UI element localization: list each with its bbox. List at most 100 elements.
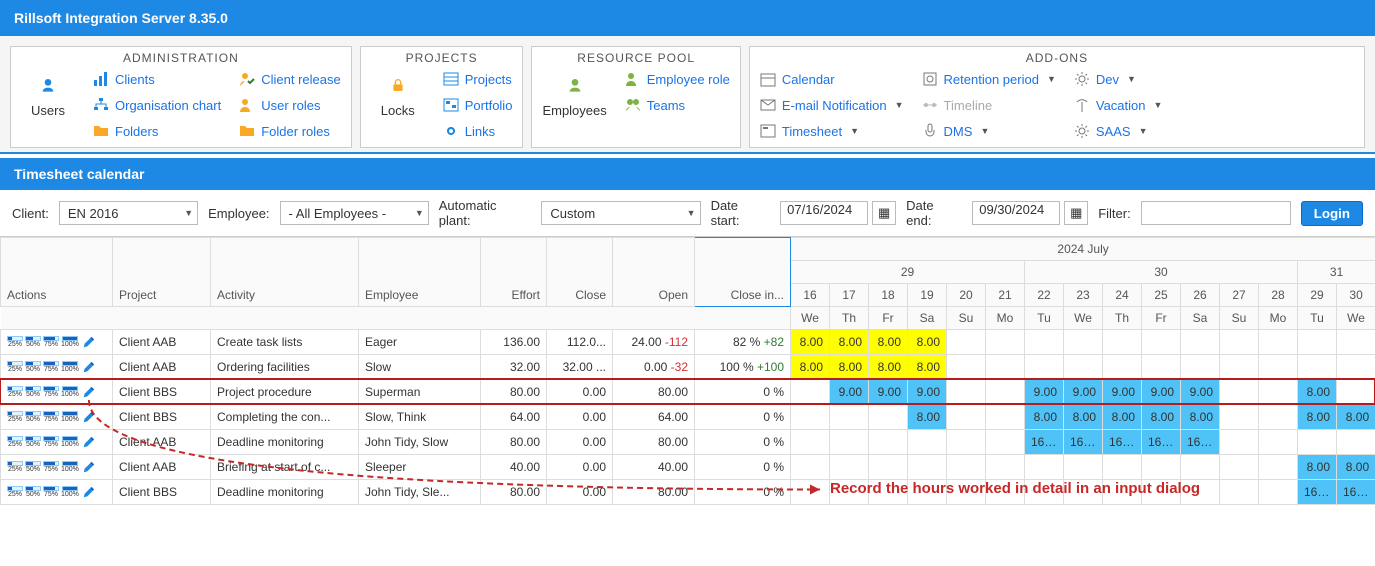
day-cell[interactable]: 16.00: [1181, 430, 1220, 455]
progress-75%-button[interactable]: 75%: [43, 436, 59, 448]
day-cell[interactable]: [830, 430, 869, 455]
day-cell[interactable]: 8.00: [791, 330, 830, 355]
retention-link[interactable]: Retention period▼: [922, 71, 1056, 87]
col-open[interactable]: Open: [613, 238, 695, 307]
day-cell[interactable]: [986, 380, 1025, 405]
progress-50%-button[interactable]: 50%: [25, 336, 41, 348]
day-cell[interactable]: 9.00: [1064, 380, 1103, 405]
day-cell[interactable]: [1259, 455, 1298, 480]
edit-icon[interactable]: [81, 434, 97, 450]
day-cell[interactable]: [1220, 380, 1259, 405]
day-cell[interactable]: 8.00: [830, 330, 869, 355]
day-cell[interactable]: [1220, 480, 1259, 505]
progress-100%-button[interactable]: 100%: [61, 461, 79, 473]
progress-50%-button[interactable]: 50%: [25, 411, 41, 423]
dateend-input[interactable]: 09/30/2024: [972, 201, 1060, 225]
day-cell[interactable]: 8.00: [1025, 405, 1064, 430]
progress-50%-button[interactable]: 50%: [25, 361, 41, 373]
day-cell[interactable]: [1220, 330, 1259, 355]
col-project[interactable]: Project: [113, 238, 211, 307]
folders-link[interactable]: Folders: [93, 123, 221, 139]
day-cell[interactable]: [1298, 355, 1337, 380]
users-button[interactable]: Users: [21, 71, 75, 118]
day-cell[interactable]: [947, 430, 986, 455]
day-cell[interactable]: [1298, 330, 1337, 355]
day-cell[interactable]: 8.00: [1181, 405, 1220, 430]
dms-link[interactable]: DMS▼: [922, 123, 1056, 139]
timeline-link[interactable]: Timeline: [922, 97, 1056, 113]
employee-select[interactable]: - All Employees - ▼: [280, 201, 429, 225]
progress-50%-button[interactable]: 50%: [25, 386, 41, 398]
day-cell[interactable]: [1220, 405, 1259, 430]
day-cell[interactable]: [986, 430, 1025, 455]
day-cell[interactable]: [1025, 355, 1064, 380]
edit-icon[interactable]: [81, 409, 97, 425]
day-cell[interactable]: [947, 380, 986, 405]
progress-25%-button[interactable]: 25%: [7, 461, 23, 473]
day-cell[interactable]: 8.00: [1298, 455, 1337, 480]
day-cell[interactable]: 8.00: [1298, 380, 1337, 405]
day-cell[interactable]: [1142, 355, 1181, 380]
teams-link[interactable]: Teams: [625, 97, 730, 113]
day-cell[interactable]: 16.00: [1298, 480, 1337, 505]
col-activity[interactable]: Activity: [211, 238, 359, 307]
day-cell[interactable]: [1142, 455, 1181, 480]
day-cell[interactable]: [1103, 330, 1142, 355]
progress-75%-button[interactable]: 75%: [43, 461, 59, 473]
day-cell[interactable]: [1181, 455, 1220, 480]
day-cell[interactable]: [1103, 355, 1142, 380]
day-cell[interactable]: [1025, 330, 1064, 355]
dev-link[interactable]: Dev▼: [1074, 71, 1163, 87]
col-effort[interactable]: Effort: [481, 238, 547, 307]
user-roles-link[interactable]: User roles: [239, 97, 341, 113]
portfolio-link[interactable]: Portfolio: [443, 97, 513, 113]
progress-100%-button[interactable]: 100%: [61, 486, 79, 498]
day-cell[interactable]: 9.00: [1103, 380, 1142, 405]
links-link[interactable]: Links: [443, 123, 513, 139]
day-cell[interactable]: [1142, 330, 1181, 355]
day-cell[interactable]: [947, 455, 986, 480]
folder-roles-link[interactable]: Folder roles: [239, 123, 341, 139]
col-closein[interactable]: Close in...: [695, 238, 791, 307]
day-cell[interactable]: [791, 405, 830, 430]
filter-input[interactable]: [1141, 201, 1291, 225]
day-cell[interactable]: [791, 455, 830, 480]
day-cell[interactable]: 8.00: [908, 355, 947, 380]
vacation-link[interactable]: Vacation▼: [1074, 97, 1163, 113]
day-cell[interactable]: [1181, 330, 1220, 355]
col-employee[interactable]: Employee: [359, 238, 481, 307]
day-cell[interactable]: [1064, 330, 1103, 355]
day-cell[interactable]: 8.00: [869, 330, 908, 355]
employee-role-link[interactable]: Employee role: [625, 71, 730, 87]
progress-75%-button[interactable]: 75%: [43, 386, 59, 398]
day-cell[interactable]: 8.00: [1337, 455, 1375, 480]
day-cell[interactable]: [1259, 330, 1298, 355]
day-cell[interactable]: 8.00: [1064, 405, 1103, 430]
day-cell[interactable]: [947, 405, 986, 430]
day-cell[interactable]: [1259, 380, 1298, 405]
day-cell[interactable]: 16.00: [1103, 430, 1142, 455]
progress-100%-button[interactable]: 100%: [61, 386, 79, 398]
projects-link[interactable]: Projects: [443, 71, 513, 87]
edit-icon[interactable]: [81, 334, 97, 350]
day-cell[interactable]: [869, 430, 908, 455]
day-cell[interactable]: 16.00: [1025, 430, 1064, 455]
day-cell[interactable]: [1103, 455, 1142, 480]
edit-icon[interactable]: [81, 459, 97, 475]
day-cell[interactable]: [869, 455, 908, 480]
day-cell[interactable]: [1259, 405, 1298, 430]
day-cell[interactable]: 16.00: [1337, 480, 1375, 505]
progress-25%-button[interactable]: 25%: [7, 336, 23, 348]
progress-75%-button[interactable]: 75%: [43, 486, 59, 498]
day-cell[interactable]: [1181, 355, 1220, 380]
client-select[interactable]: EN 2016 ▼: [59, 201, 198, 225]
day-cell[interactable]: [986, 455, 1025, 480]
edit-icon[interactable]: [81, 359, 97, 375]
day-cell[interactable]: [791, 430, 830, 455]
col-actions[interactable]: Actions: [1, 238, 113, 307]
day-cell[interactable]: 16.00: [1142, 430, 1181, 455]
login-button[interactable]: Login: [1301, 201, 1363, 226]
progress-75%-button[interactable]: 75%: [43, 361, 59, 373]
day-cell[interactable]: [1259, 430, 1298, 455]
progress-50%-button[interactable]: 50%: [25, 486, 41, 498]
